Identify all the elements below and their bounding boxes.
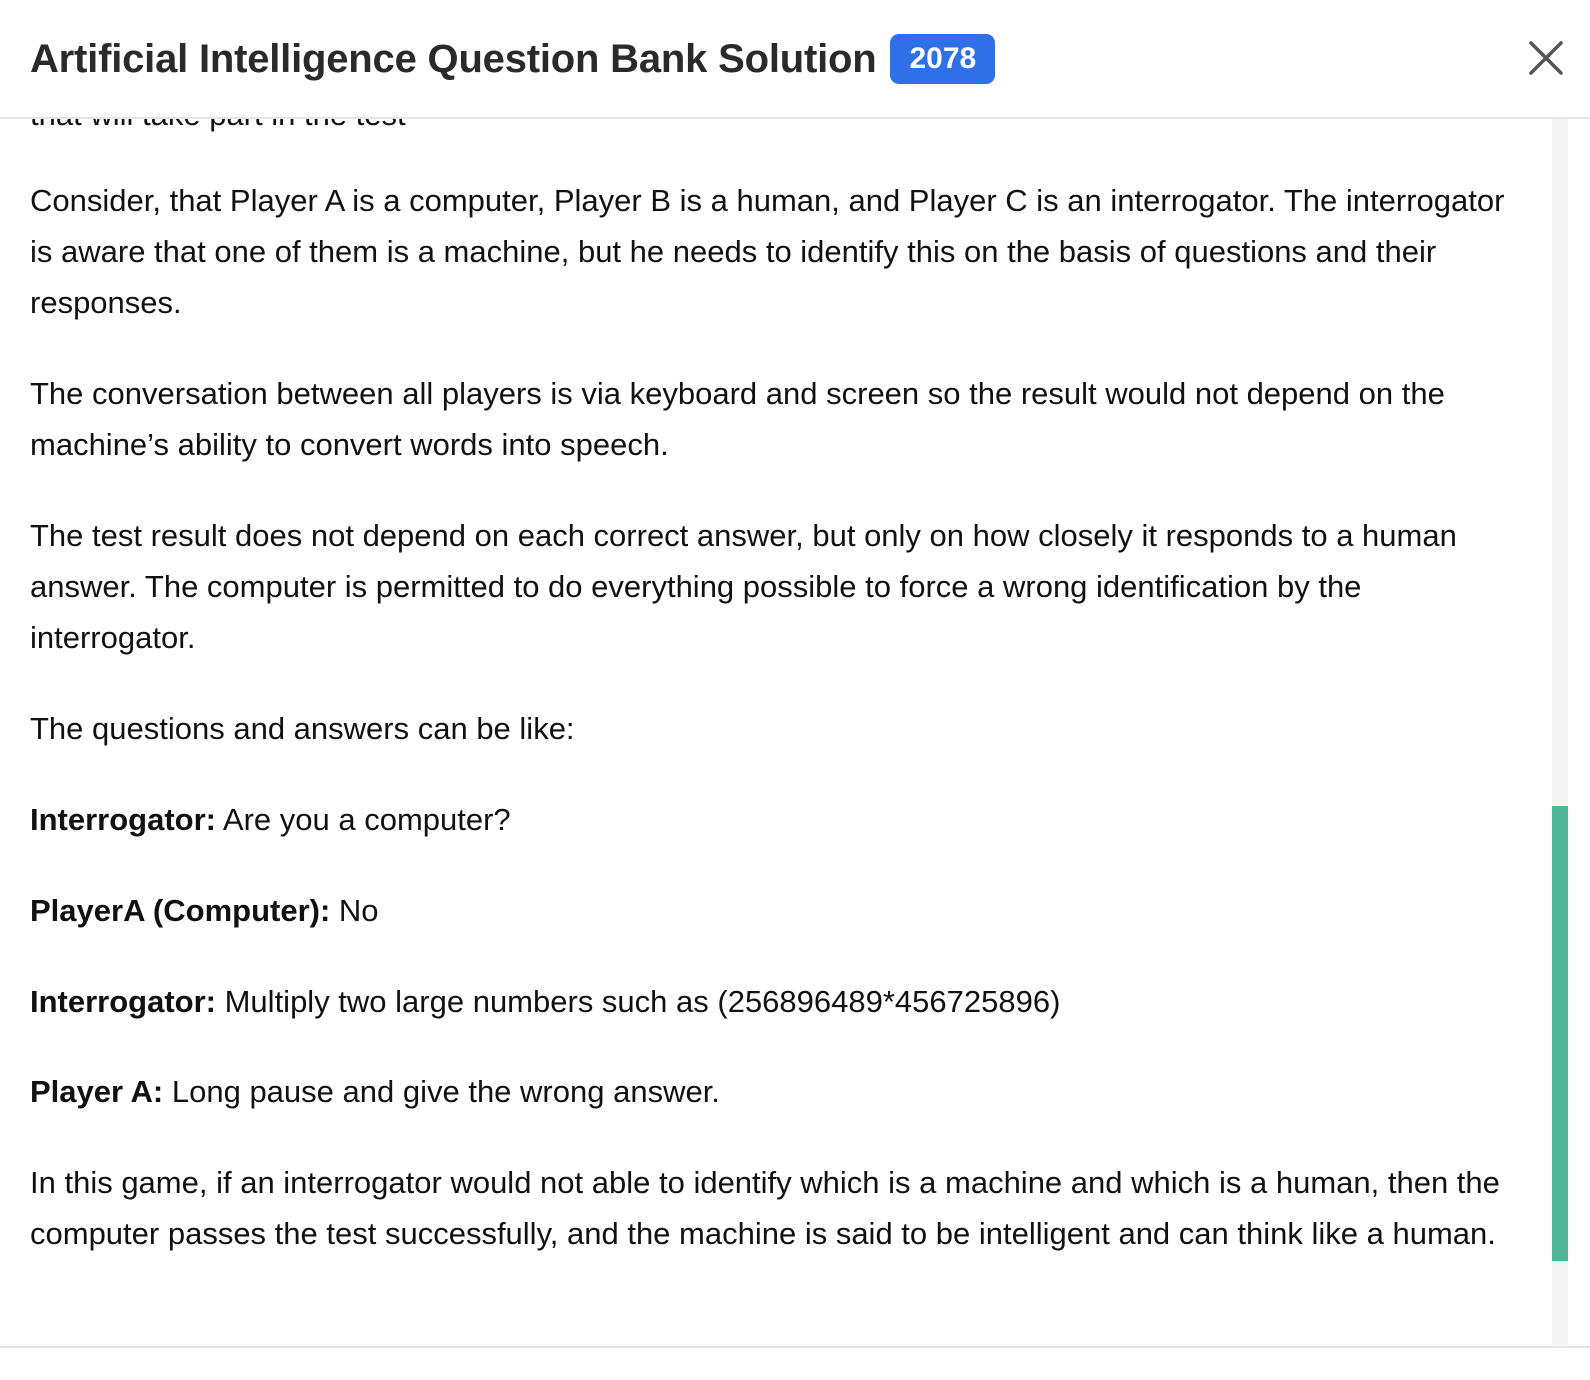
dialogue-line: PlayerA (Computer): No: [30, 885, 1530, 936]
title-group: Artificial Intelligence Question Bank So…: [30, 34, 996, 84]
solution-content[interactable]: that will take part in the test Consider…: [0, 119, 1552, 1346]
close-button[interactable]: [1526, 38, 1566, 78]
modal-title: Artificial Intelligence Question Bank So…: [30, 36, 877, 81]
paragraph-conclusion: In this game, if an interrogator would n…: [30, 1165, 1500, 1251]
dialogue-line: Player A: Long pause and give the wrong …: [30, 1066, 1530, 1117]
dialogue-speaker: Interrogator:: [30, 802, 216, 837]
solution-modal: Artificial Intelligence Question Bank So…: [0, 0, 1590, 1380]
dialogue-line: Interrogator: Multiply two large numbers…: [30, 976, 1530, 1027]
paragraph-questions-intro: The questions and answers can be like:: [30, 711, 575, 746]
dialogue-text: Multiply two large numbers such as (2568…: [216, 984, 1061, 1019]
dialogue-text: Are you a computer?: [216, 802, 511, 837]
question-count-badge: 2078: [890, 34, 996, 84]
paragraph-test-result: The test result does not depend on each …: [30, 518, 1457, 655]
dialogue-speaker: Interrogator:: [30, 984, 216, 1019]
scrollbar-thumb[interactable]: [1552, 806, 1568, 1261]
dialogue-speaker: Player A:: [30, 1074, 164, 1109]
dialogue-text: Long pause and give the wrong answer.: [163, 1074, 720, 1109]
bottom-divider: [0, 1346, 1590, 1348]
dialogue-speaker: PlayerA (Computer):: [30, 893, 331, 928]
dialogue-text: No: [330, 893, 379, 928]
dialogue-line: Interrogator: Are you a computer?: [30, 794, 1530, 845]
close-icon: [1529, 41, 1563, 75]
cut-off-text: that will take part in the test: [30, 119, 406, 140]
paragraph-players: Consider, that Player A is a computer, P…: [30, 183, 1505, 320]
modal-header: Artificial Intelligence Question Bank So…: [0, 0, 1590, 119]
paragraph-conversation: The conversation between all players is …: [30, 376, 1445, 462]
